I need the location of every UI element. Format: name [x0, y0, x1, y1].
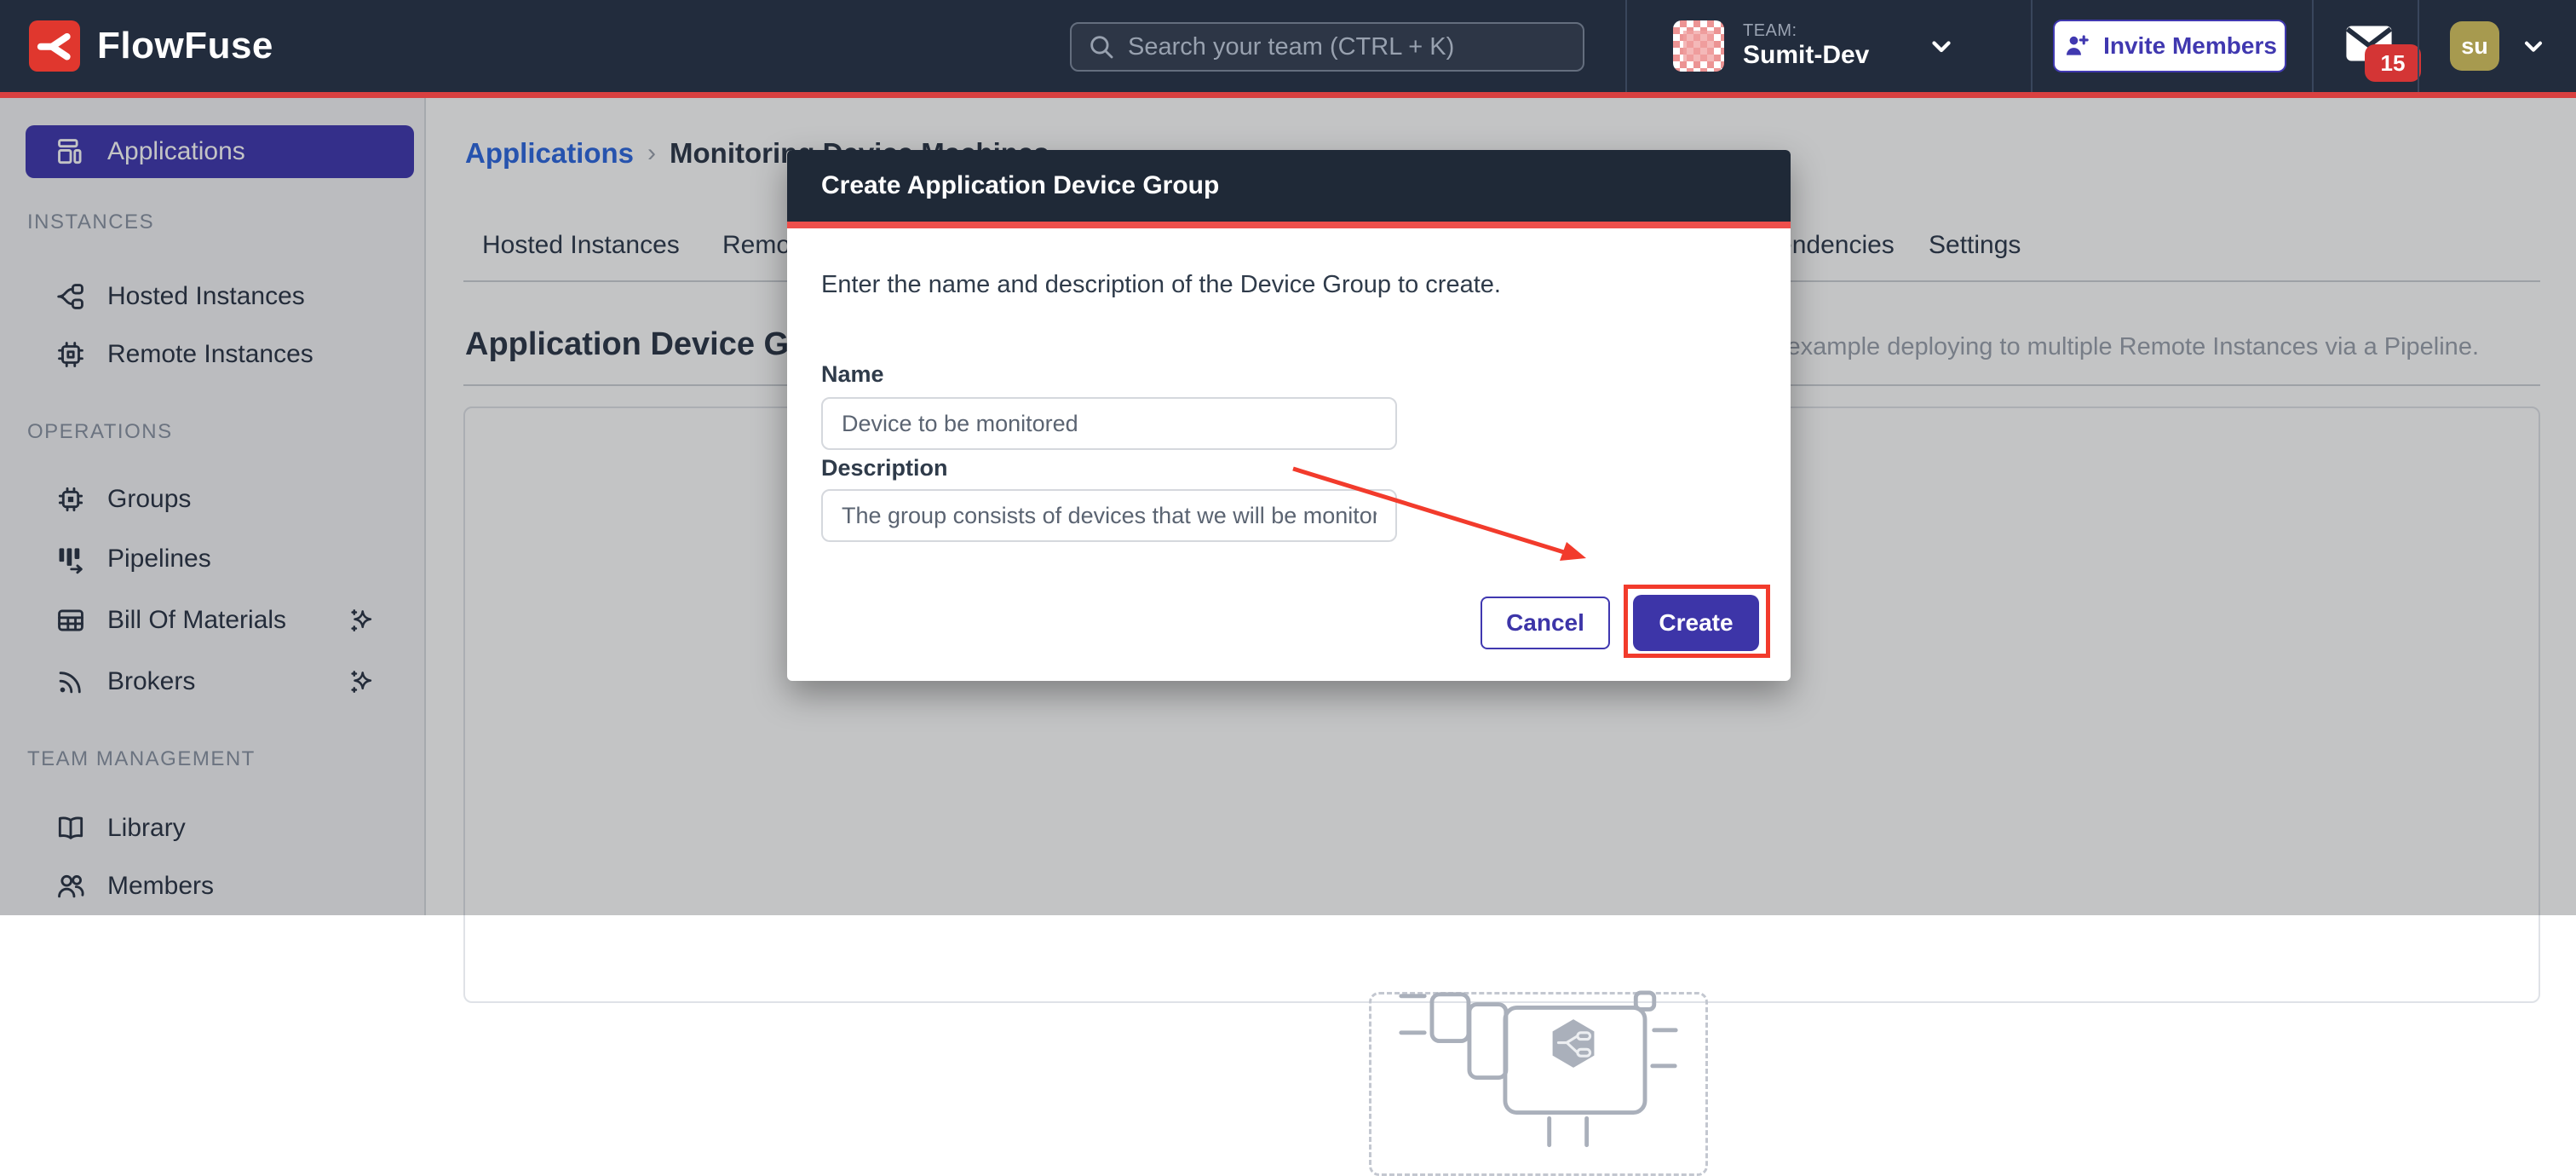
- chevron-down-icon: [2520, 32, 2547, 60]
- chevron-down-icon: [1927, 32, 1956, 61]
- team-avatar: [1673, 20, 1724, 72]
- user-avatar: su: [2450, 21, 2499, 71]
- modal-header: Create Application Device Group: [787, 150, 1791, 222]
- notification-badge: 15: [2365, 44, 2421, 82]
- logo-text: FlowFuse: [97, 25, 273, 67]
- empty-state-box: [1369, 992, 1708, 1176]
- nav-divider: [2312, 0, 2314, 92]
- navbar-accent-line: [0, 92, 2576, 98]
- user-menu[interactable]: su: [2450, 0, 2576, 92]
- description-field[interactable]: [821, 489, 1397, 542]
- nav-divider: [2418, 0, 2419, 92]
- notifications-button[interactable]: 15: [2326, 0, 2416, 92]
- team-label: TEAM:: [1743, 21, 1869, 41]
- nav-divider: [1625, 0, 1627, 92]
- team-selector[interactable]: TEAM: Sumit-Dev: [1653, 0, 2019, 92]
- invite-members-label: Invite Members: [2103, 32, 2277, 60]
- nav-divider: [2031, 0, 2033, 92]
- top-navbar: FlowFuse TEAM: Sumit-Dev Invite Members: [0, 0, 2576, 92]
- user-plus-icon: [2062, 32, 2091, 61]
- modal-description: Enter the name and description of the De…: [821, 271, 1501, 299]
- modal-header-accent: [787, 222, 1791, 228]
- flowfuse-logo-icon: [29, 20, 80, 72]
- device-illustration-icon: [1371, 989, 1705, 1168]
- team-name: Sumit-Dev: [1743, 41, 1869, 71]
- flowfuse-logo[interactable]: FlowFuse: [29, 20, 273, 72]
- annotation-highlight-rect: [1624, 585, 1770, 658]
- modal-title: Create Application Device Group: [821, 171, 1219, 200]
- team-search[interactable]: [1070, 22, 1584, 72]
- search-input[interactable]: [1128, 33, 1567, 61]
- name-field[interactable]: [821, 397, 1397, 450]
- search-icon: [1087, 32, 1116, 61]
- description-label: Description: [821, 455, 948, 481]
- cancel-button[interactable]: Cancel: [1481, 597, 1610, 649]
- invite-members-button[interactable]: Invite Members: [2053, 20, 2286, 72]
- name-label: Name: [821, 361, 884, 388]
